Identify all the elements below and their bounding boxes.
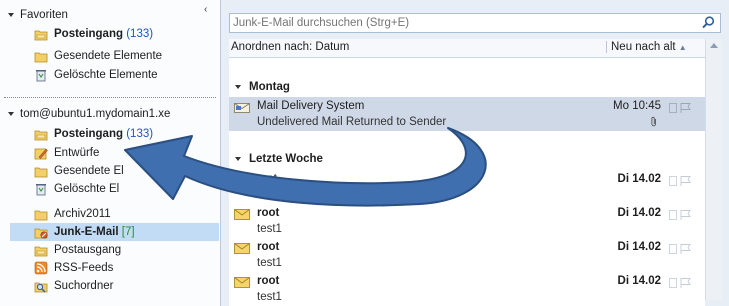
collapse-triangle-icon xyxy=(235,157,241,161)
favorites-item-inbox[interactable]: Posteingang (133) xyxy=(10,25,219,43)
message-subject: test1 xyxy=(257,291,282,303)
message-date: Di 14.02 xyxy=(617,207,661,219)
minimize-pane-icon[interactable]: ‹ xyxy=(204,4,207,15)
search-folder-icon xyxy=(34,282,48,293)
message-subject: test1 xyxy=(257,223,282,235)
folder-item-sent[interactable]: Gesendete El xyxy=(10,162,219,180)
flag-icon[interactable] xyxy=(669,175,695,187)
nav-item-label: Gelöschte El xyxy=(54,183,120,195)
folder-item-drafts[interactable]: Entwürfe xyxy=(10,144,219,162)
flag-icon[interactable] xyxy=(669,243,695,255)
nav-item-label: Posteingang (133) xyxy=(54,28,154,40)
folder-icon xyxy=(34,210,48,221)
nav-item-label: Gesendete El xyxy=(54,165,124,177)
unread-envelope-icon xyxy=(234,209,250,220)
folder-item-rss[interactable]: RSS-Feeds xyxy=(10,259,219,277)
navigation-pane: Favoriten ‹ Posteingang (133) Gesendete … xyxy=(0,0,221,306)
folder-item-archive[interactable]: Archiv2011 xyxy=(10,205,219,223)
group-header-today[interactable]: Montag xyxy=(229,78,705,98)
search-box[interactable] xyxy=(229,13,721,33)
nav-item-label: Gesendete Elemente xyxy=(54,50,163,62)
message-sender: root xyxy=(257,173,277,185)
unread-envelope-icon xyxy=(234,277,250,288)
search-input[interactable] xyxy=(233,15,693,30)
nav-item-label: RSS-Feeds xyxy=(54,262,114,274)
message-date: Mo 10:45 xyxy=(613,100,661,112)
unread-count: (133) xyxy=(126,28,154,40)
open-envelope-icon xyxy=(234,176,250,186)
message-row[interactable]: Mail Delivery System Undelivered Mail Re… xyxy=(229,97,705,131)
rss-feed-icon xyxy=(34,261,48,275)
message-sender: root xyxy=(257,241,280,253)
message-row[interactable]: root test1 Di 14.02 xyxy=(229,272,705,306)
folder-item-junk[interactable]: Junk-E-Mail [7] xyxy=(10,223,219,241)
sort-up-arrow-icon: ▲ xyxy=(678,43,687,52)
collapse-triangle-icon xyxy=(8,111,14,116)
scrollbar[interactable] xyxy=(705,39,722,300)
arrange-by-button[interactable]: Anordnen nach: Datum xyxy=(231,41,349,53)
folder-icon xyxy=(34,167,48,178)
flag-icon[interactable] xyxy=(669,209,695,221)
message-date: Di 14.02 xyxy=(617,241,661,253)
message-row[interactable]: root test1 Di 14.02 xyxy=(229,238,705,272)
message-subject: Undelivered Mail Returned to Sender xyxy=(257,116,447,128)
message-row[interactable]: root test1 Di 14.02 xyxy=(229,204,705,238)
folder-item-deleted[interactable]: Gelöschte El xyxy=(10,180,219,198)
folder-item-outbox[interactable]: Postausgang xyxy=(10,241,219,259)
flag-icon[interactable] xyxy=(669,102,695,114)
message-list: Montag Mail Delivery System Undelivered … xyxy=(229,58,705,306)
nav-item-label: Archiv2011 xyxy=(54,208,111,220)
open-envelope-icon xyxy=(234,103,250,113)
flag-icon[interactable] xyxy=(669,277,695,289)
recycle-bin-icon xyxy=(36,70,46,82)
collapse-triangle-icon xyxy=(235,85,241,89)
folder-item-inbox[interactable]: Posteingang (133) xyxy=(10,125,219,143)
scroll-up-arrow-icon[interactable] xyxy=(710,43,718,48)
unread-count: [7] xyxy=(121,226,135,238)
group-header-last-week[interactable]: Letzte Woche xyxy=(229,150,705,170)
nav-item-label: Posteingang (133) xyxy=(54,128,154,140)
message-subject: test1 xyxy=(257,189,282,201)
sort-order-button[interactable]: Neu nach alt ▲ xyxy=(606,41,687,53)
message-subject: test1 xyxy=(257,257,282,269)
message-sender: Mail Delivery System xyxy=(257,100,365,112)
message-date: Di 14.02 xyxy=(617,173,661,185)
collapse-triangle-icon xyxy=(8,12,14,17)
nav-item-label: Postausgang xyxy=(54,244,122,256)
divider xyxy=(4,97,216,98)
nav-item-label: Gelöschte Elemente xyxy=(54,69,158,81)
message-date: Di 14.02 xyxy=(617,275,661,287)
inbox-folder-icon xyxy=(34,130,48,141)
attachment-icon xyxy=(651,116,656,127)
folder-icon xyxy=(34,52,48,63)
account-header[interactable]: tom@ubuntu1.mydomain1.xe xyxy=(8,108,170,120)
favorites-header[interactable]: Favoriten xyxy=(8,9,68,21)
junk-mail-icon xyxy=(34,228,48,239)
inbox-folder-icon xyxy=(34,30,48,41)
drafts-icon xyxy=(34,148,48,160)
search-icon[interactable] xyxy=(701,15,716,30)
unread-envelope-icon xyxy=(234,243,250,254)
message-sender: root xyxy=(257,207,280,219)
nav-item-label: Entwürfe xyxy=(54,147,100,159)
favorites-item-deleted[interactable]: Gelöschte Elemente xyxy=(10,66,219,84)
nav-item-label: Junk-E-Mail [7] xyxy=(54,226,135,238)
folder-item-search[interactable]: Suchordner xyxy=(10,277,219,295)
message-row[interactable]: root test1 Di 14.02 xyxy=(229,170,705,204)
nav-item-label: Suchordner xyxy=(54,280,114,292)
outbox-icon xyxy=(34,246,48,257)
arrange-bar: Anordnen nach: Datum Neu nach alt ▲ xyxy=(229,39,705,58)
unread-count: (133) xyxy=(126,128,154,140)
message-list-pane: Anordnen nach: Datum Neu nach alt ▲ Mont… xyxy=(221,0,729,306)
message-sender: root xyxy=(257,275,280,287)
favorites-item-sent[interactable]: Gesendete Elemente xyxy=(10,47,219,65)
recycle-bin-icon xyxy=(36,184,46,196)
